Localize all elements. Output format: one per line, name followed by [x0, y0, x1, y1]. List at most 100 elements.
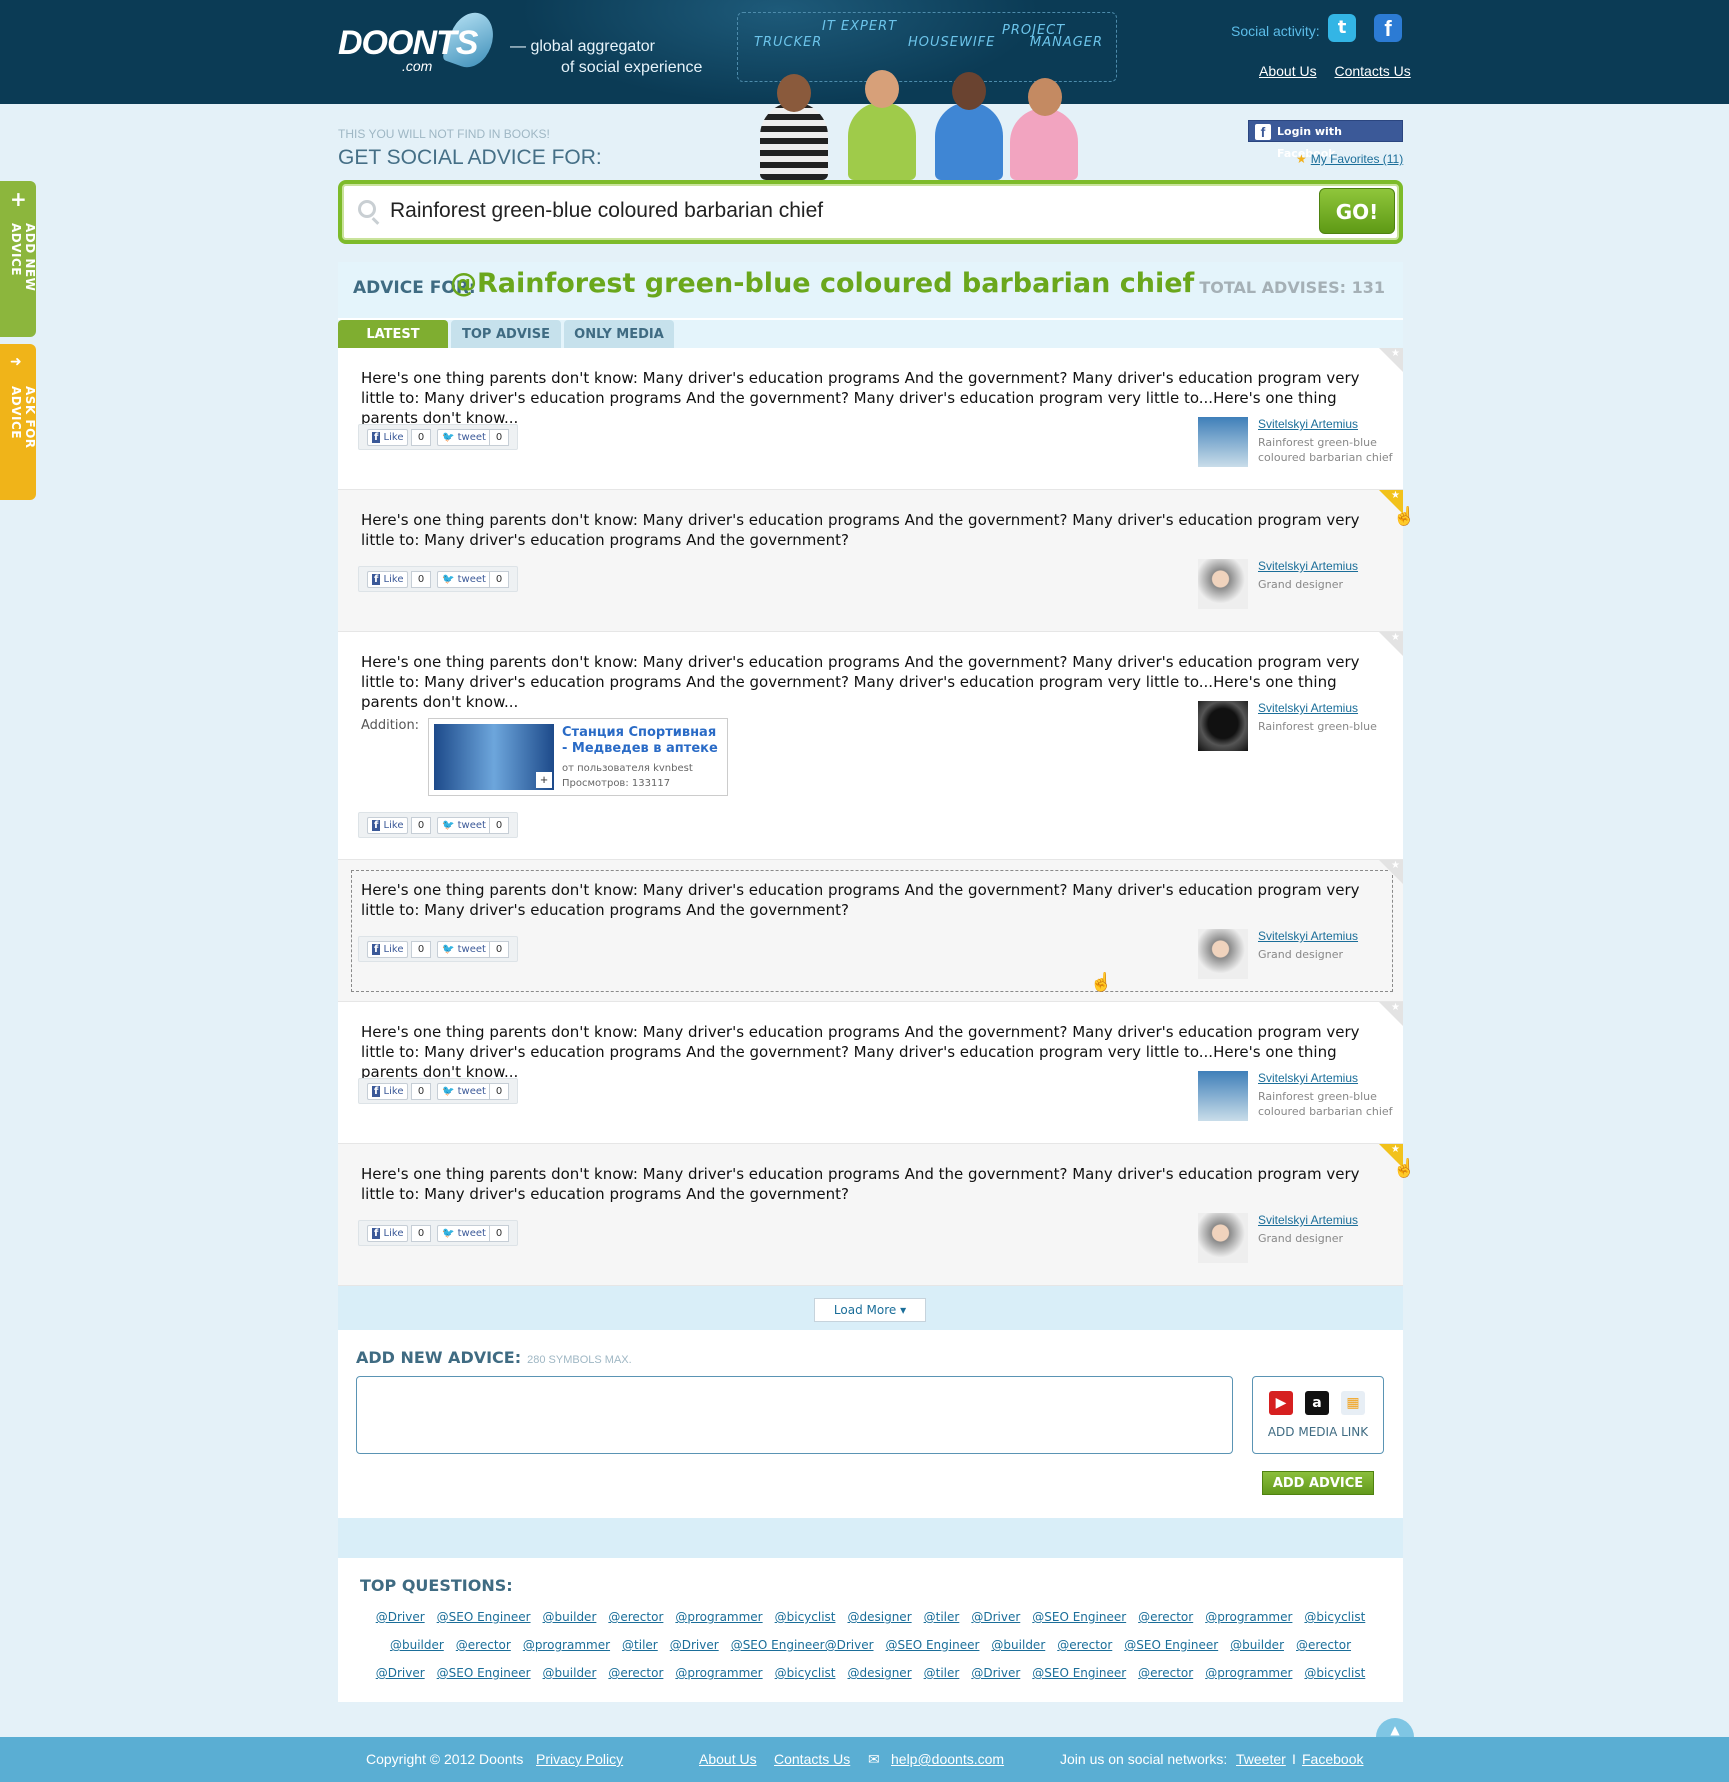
- top-question-link[interactable]: @programmer: [523, 1638, 610, 1652]
- add-new-advice-tab[interactable]: + ADD NEW ADVICE: [0, 181, 37, 337]
- role-manager: MANAGER: [1030, 35, 1104, 50]
- footer-tweeter-link[interactable]: Tweeter: [1236, 1751, 1286, 1767]
- top-question-link[interactable]: @SEO Engineer: [437, 1666, 531, 1680]
- avatar[interactable]: [1198, 1213, 1248, 1263]
- top-question-link[interactable]: @SEO Engineer: [437, 1610, 531, 1624]
- avatar[interactable]: [1198, 559, 1248, 609]
- like-button[interactable]: f Like: [367, 571, 409, 588]
- top-question-link[interactable]: @programmer: [675, 1666, 762, 1680]
- avatar[interactable]: [1198, 929, 1248, 979]
- media-title[interactable]: Станция Спортивная - Медведев в аптеке: [562, 725, 722, 757]
- top-question-link[interactable]: @tiler: [622, 1638, 658, 1652]
- top-question-link[interactable]: @builder: [991, 1638, 1045, 1652]
- add-advice-button[interactable]: ADD ADVICE: [1262, 1471, 1374, 1495]
- footer-contacts-link[interactable]: Contacts Us: [774, 1751, 850, 1767]
- privacy-link[interactable]: Privacy Policy: [536, 1751, 623, 1767]
- flickr-icon[interactable]: ▦: [1341, 1391, 1365, 1415]
- top-question-link[interactable]: @erector: [456, 1638, 511, 1652]
- tweet-button[interactable]: 🐦 tweet: [437, 1083, 491, 1100]
- top-question-link[interactable]: @Driver: [376, 1610, 425, 1624]
- top-question-link[interactable]: @tiler: [924, 1666, 960, 1680]
- top-question-link[interactable]: @bicyclist: [1304, 1610, 1365, 1624]
- top-question-link[interactable]: @builder: [390, 1638, 444, 1652]
- top-question-link[interactable]: @erector: [1057, 1638, 1112, 1652]
- add-media-link-box[interactable]: ▶ a ▦ ADD MEDIA LINK: [1252, 1376, 1384, 1454]
- top-question-link[interactable]: @SEO Engineer: [1032, 1666, 1126, 1680]
- top-question-link[interactable]: @erector: [1296, 1638, 1351, 1652]
- top-question-link[interactable]: @erector: [608, 1610, 663, 1624]
- top-question-link[interactable]: @SEO Engineer@Driver: [731, 1638, 874, 1652]
- top-question-link[interactable]: @builder: [543, 1610, 597, 1624]
- author-name[interactable]: Svitelskyi Artemius: [1258, 1213, 1358, 1227]
- twitter-icon[interactable]: t: [1328, 14, 1356, 42]
- top-question-link[interactable]: @designer: [848, 1610, 912, 1624]
- author-name[interactable]: Svitelskyi Artemius: [1258, 701, 1358, 715]
- top-question-link[interactable]: @SEO Engineer: [1032, 1610, 1126, 1624]
- youtube-icon[interactable]: ▶: [1269, 1391, 1293, 1415]
- favorites-link[interactable]: My Favorites (11): [1311, 152, 1403, 166]
- top-question-link[interactable]: @erector: [1138, 1610, 1193, 1624]
- tab-latest[interactable]: LATEST: [338, 320, 448, 348]
- like-button[interactable]: f Like: [367, 941, 409, 958]
- top-question-link[interactable]: @erector: [1138, 1666, 1193, 1680]
- load-more-button[interactable]: Load More ▾: [814, 1298, 926, 1322]
- advice-textarea[interactable]: [356, 1376, 1233, 1454]
- search-input[interactable]: [390, 192, 1290, 230]
- tweet-button[interactable]: 🐦 tweet: [437, 1225, 491, 1242]
- author-name[interactable]: Svitelskyi Artemius: [1258, 929, 1358, 943]
- favorite-corner[interactable]: ★: [1379, 348, 1403, 372]
- favorite-corner[interactable]: ★: [1379, 632, 1403, 656]
- footer-separator: I: [1292, 1751, 1296, 1767]
- expand-icon[interactable]: +: [536, 772, 552, 788]
- avatar[interactable]: [1198, 1071, 1248, 1121]
- top-question-link[interactable]: @designer: [848, 1666, 912, 1680]
- avatar[interactable]: [1198, 417, 1248, 467]
- top-question-link[interactable]: @SEO Engineer: [1124, 1638, 1218, 1652]
- top-question-link[interactable]: @programmer: [1205, 1666, 1292, 1680]
- top-question-link[interactable]: @SEO Engineer: [886, 1638, 980, 1652]
- login-facebook-button[interactable]: f Login with Facebook: [1248, 120, 1403, 160]
- top-question-link[interactable]: @builder: [543, 1666, 597, 1680]
- go-button[interactable]: GO!: [1319, 188, 1395, 234]
- top-question-link[interactable]: @tiler: [924, 1610, 960, 1624]
- top-question-link[interactable]: @bicyclist: [775, 1610, 836, 1624]
- like-button[interactable]: f Like: [367, 1225, 409, 1242]
- footer-facebook-link[interactable]: Facebook: [1302, 1751, 1363, 1767]
- ask-for-advice-tab[interactable]: ➜ ASK FOR ADVICE: [0, 344, 37, 500]
- footer-about-link[interactable]: About Us: [699, 1751, 757, 1767]
- top-question-link[interactable]: @Driver: [971, 1610, 1020, 1624]
- tab-only-media[interactable]: ONLY MEDIA: [564, 320, 674, 348]
- header-contacts-link[interactable]: Contacts Us: [1334, 63, 1410, 79]
- amazon-icon[interactable]: a: [1305, 1391, 1329, 1415]
- header-about-link[interactable]: About Us: [1259, 63, 1317, 79]
- like-button[interactable]: f Like: [367, 817, 409, 834]
- tweet-count: 0: [489, 571, 509, 588]
- tweet-button[interactable]: 🐦 tweet: [437, 429, 491, 446]
- top-question-link[interactable]: @bicyclist: [1304, 1666, 1365, 1680]
- like-button[interactable]: f Like: [367, 1083, 409, 1100]
- author-name[interactable]: Svitelskyi Artemius: [1258, 417, 1358, 431]
- add-media-link-label: ADD MEDIA LINK: [1267, 1425, 1369, 1439]
- facebook-icon[interactable]: f: [1374, 14, 1402, 42]
- top-question-link[interactable]: @bicyclist: [775, 1666, 836, 1680]
- top-question-link[interactable]: @Driver: [376, 1666, 425, 1680]
- like-button[interactable]: f Like: [367, 429, 409, 446]
- top-question-link[interactable]: @erector: [608, 1666, 663, 1680]
- author-name[interactable]: Svitelskyi Artemius: [1258, 559, 1358, 573]
- top-question-link[interactable]: @Driver: [670, 1638, 719, 1652]
- media-attachment[interactable]: + Станция Спортивная - Медведев в аптеке…: [428, 718, 728, 796]
- favorite-corner[interactable]: ★: [1379, 860, 1403, 884]
- footer-email-link[interactable]: help@doonts.com: [891, 1751, 1004, 1767]
- top-question-link[interactable]: @Driver: [971, 1666, 1020, 1680]
- author-name[interactable]: Svitelskyi Artemius: [1258, 1071, 1358, 1085]
- tweet-button[interactable]: 🐦 tweet: [437, 941, 491, 958]
- top-question-link[interactable]: @programmer: [675, 1610, 762, 1624]
- avatar[interactable]: [1198, 701, 1248, 751]
- video-thumbnail[interactable]: +: [434, 724, 554, 790]
- top-question-link[interactable]: @builder: [1230, 1638, 1284, 1652]
- tab-top-advise[interactable]: TOP ADVISE: [451, 320, 561, 348]
- tweet-button[interactable]: 🐦 tweet: [437, 817, 491, 834]
- tweet-button[interactable]: 🐦 tweet: [437, 571, 491, 588]
- favorite-corner[interactable]: ★: [1379, 1002, 1403, 1026]
- top-question-link[interactable]: @programmer: [1205, 1610, 1292, 1624]
